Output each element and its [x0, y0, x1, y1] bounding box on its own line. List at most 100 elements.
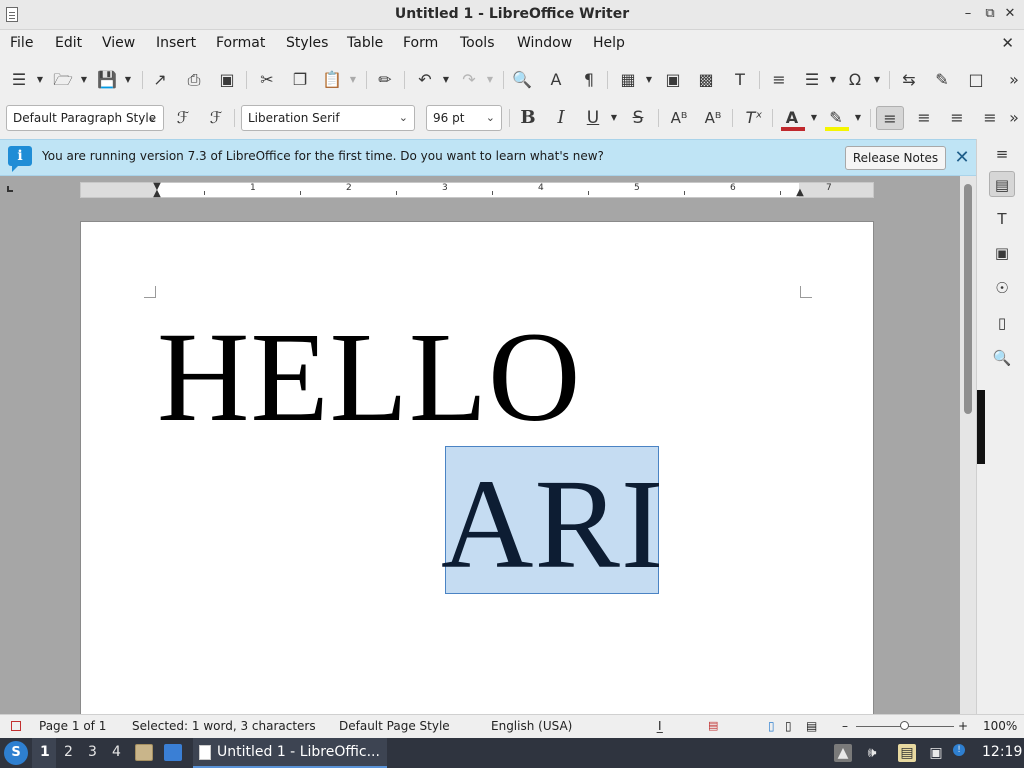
superscript-icon[interactable]: Aᴮ: [667, 106, 691, 130]
insert-chart-icon[interactable]: ▩: [694, 68, 718, 92]
update-style-icon[interactable]: ℱ: [171, 106, 195, 130]
new-dropdown-icon[interactable]: ▼: [35, 68, 45, 92]
highlight-dropdown-icon[interactable]: ▼: [853, 106, 863, 130]
workspace-4[interactable]: 4: [112, 744, 121, 760]
menu-styles[interactable]: Styles: [286, 35, 328, 51]
menu-edit[interactable]: Edit: [55, 35, 82, 51]
network-icon[interactable]: ▣: [927, 744, 945, 762]
book-view-icon[interactable]: ▤: [806, 719, 817, 733]
zoom-level[interactable]: 100%: [983, 719, 1017, 733]
strikethrough-icon[interactable]: S: [626, 106, 650, 130]
special-character-dropdown-icon[interactable]: ▼: [872, 68, 882, 92]
formatting-marks-icon[interactable]: ¶: [577, 68, 601, 92]
zoom-in-icon[interactable]: +: [958, 719, 968, 733]
underline-dropdown-icon[interactable]: ▼: [609, 106, 619, 130]
insert-textbox-icon[interactable]: T: [728, 68, 752, 92]
word-count[interactable]: Selected: 1 word, 3 characters: [132, 719, 316, 733]
menu-help[interactable]: Help: [593, 35, 625, 51]
table-dropdown-icon[interactable]: ▼: [644, 68, 654, 92]
menu-form[interactable]: Form: [403, 35, 438, 51]
export-pdf-icon[interactable]: ↗: [148, 68, 172, 92]
align-left-icon[interactable]: ≡: [876, 106, 904, 130]
minimize-icon[interactable]: –: [958, 4, 978, 24]
insert-image-icon[interactable]: ▣: [661, 68, 685, 92]
save-icon[interactable]: 💾: [95, 68, 119, 92]
font-name-select[interactable]: Liberation Serif ⌄: [241, 105, 415, 131]
taskbar-item-writer[interactable]: Untitled 1 - LibreOffic...: [193, 738, 387, 768]
release-notes-button[interactable]: Release Notes: [845, 146, 946, 170]
cut-icon[interactable]: ✂: [255, 68, 279, 92]
volume-icon[interactable]: 🕪: [863, 744, 881, 762]
italic-icon[interactable]: I: [549, 106, 573, 130]
align-center-icon[interactable]: ≡: [912, 106, 936, 130]
menu-insert[interactable]: Insert: [156, 35, 196, 51]
page-count[interactable]: Page 1 of 1: [39, 719, 106, 733]
right-indent-marker-icon[interactable]: ▲: [795, 188, 805, 198]
align-right-icon[interactable]: ≡: [945, 106, 969, 130]
menu-tools[interactable]: Tools: [460, 35, 495, 51]
sidebar-menu-icon[interactable]: ≡: [989, 141, 1015, 167]
page-style[interactable]: Default Page Style: [339, 719, 450, 733]
close-infobar-icon[interactable]: ✕: [952, 146, 972, 170]
scrollbar-thumb[interactable]: [964, 184, 972, 414]
underline-icon[interactable]: U: [581, 106, 605, 130]
special-character-icon[interactable]: Ω: [843, 68, 867, 92]
language[interactable]: English (USA): [491, 719, 572, 733]
file-manager-icon[interactable]: [135, 744, 153, 761]
paragraph-style-select[interactable]: Default Paragraph Style ⌄: [6, 105, 164, 131]
zoom-out-icon[interactable]: –: [842, 719, 848, 733]
close-window-icon[interactable]: ✕: [1000, 4, 1020, 24]
redo-icon[interactable]: ↷: [457, 68, 481, 92]
properties-icon[interactable]: ▤: [989, 171, 1015, 197]
new-style-icon[interactable]: ℱ: [204, 106, 228, 130]
document-modified-icon[interactable]: [11, 721, 21, 731]
redo-dropdown-icon[interactable]: ▼: [485, 68, 495, 92]
start-menu-icon[interactable]: S: [4, 741, 28, 765]
open-folder-icon[interactable]: 🗁: [51, 68, 75, 92]
page-break-icon[interactable]: ≡: [767, 68, 791, 92]
navigator-icon[interactable]: ☉: [989, 275, 1015, 301]
multi-page-view-icon[interactable]: ▯: [785, 719, 792, 733]
justify-icon[interactable]: ≡: [978, 106, 1002, 130]
zoom-slider-knob[interactable]: [900, 721, 909, 730]
field-dropdown-icon[interactable]: ▼: [828, 68, 838, 92]
indent-marker-icon[interactable]: ▼ ▲: [152, 182, 162, 199]
horizontal-ruler[interactable]: ▼ ▲ ▲ 1 2 3 4 5 6 7: [80, 182, 874, 199]
show-desktop-icon[interactable]: [164, 744, 182, 761]
single-page-view-icon[interactable]: ▯: [768, 719, 775, 733]
workspace-1[interactable]: 1: [40, 744, 50, 760]
undo-icon[interactable]: ↶: [413, 68, 437, 92]
insert-field-icon[interactable]: ☰: [800, 68, 824, 92]
page-icon[interactable]: ▯: [989, 310, 1015, 336]
hyperlink-icon[interactable]: ⇆: [897, 68, 921, 92]
menu-view[interactable]: View: [102, 35, 135, 51]
selected-text[interactable]: ARI: [441, 460, 664, 588]
gallery-icon[interactable]: ▣: [989, 240, 1015, 266]
clipboard-icon[interactable]: ▤: [898, 744, 916, 762]
font-size-select[interactable]: 96 pt ⌄: [426, 105, 502, 131]
paste-icon[interactable]: 📋: [320, 68, 344, 92]
close-document-icon[interactable]: ✕: [1001, 34, 1014, 52]
sidebar-collapse-handle[interactable]: [977, 390, 985, 464]
font-color-dropdown-icon[interactable]: ▼: [809, 106, 819, 130]
paste-dropdown-icon[interactable]: ▼: [348, 68, 358, 92]
open-dropdown-icon[interactable]: ▼: [79, 68, 89, 92]
bold-icon[interactable]: B: [516, 106, 540, 130]
comment-icon[interactable]: □: [964, 68, 988, 92]
more-options-icon[interactable]: »: [1002, 68, 1024, 92]
print-icon[interactable]: ⎙: [182, 68, 206, 92]
undo-dropdown-icon[interactable]: ▼: [441, 68, 451, 92]
document-text-line[interactable]: HELLO: [157, 313, 581, 441]
menu-file[interactable]: File: [10, 35, 33, 51]
workspace-3[interactable]: 3: [88, 744, 97, 760]
restore-icon[interactable]: ⧉: [980, 4, 1000, 24]
print-preview-icon[interactable]: ▣: [215, 68, 239, 92]
save-dropdown-icon[interactable]: ▼: [123, 68, 133, 92]
find-replace-icon[interactable]: 🔍: [510, 68, 534, 92]
clock[interactable]: 12:19: [982, 744, 1022, 760]
notification-icon[interactable]: !: [953, 744, 965, 756]
manage-changes-icon[interactable]: 🔍: [989, 345, 1015, 371]
new-document-icon[interactable]: ☰: [7, 68, 31, 92]
subscript-icon[interactable]: Aᴮ: [701, 106, 725, 130]
document-page[interactable]: HELLO ARI: [80, 221, 874, 714]
